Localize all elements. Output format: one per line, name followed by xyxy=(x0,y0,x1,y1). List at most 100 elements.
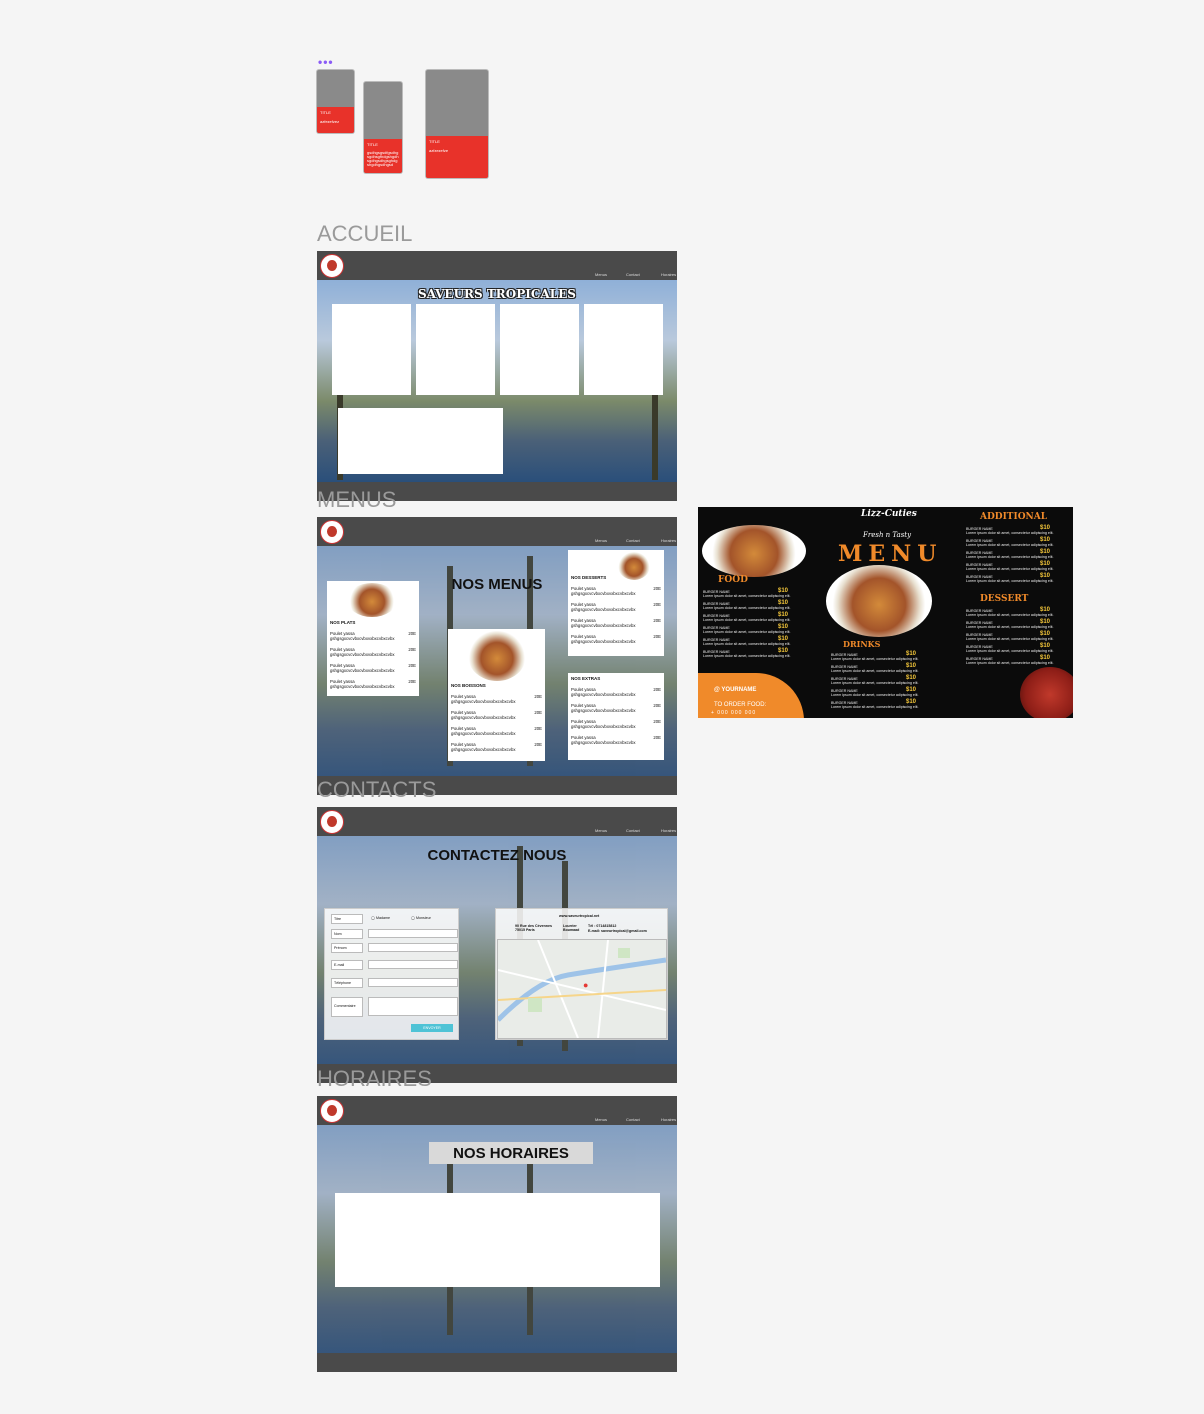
logo[interactable] xyxy=(320,810,344,834)
poster-price: $10 xyxy=(778,648,789,654)
poster-price: $10 xyxy=(1040,561,1051,567)
section-label-contacts: CONTACTS xyxy=(317,777,437,802)
card-small[interactable]: TITLE azfezefzez xyxy=(317,70,354,133)
website[interactable]: www.saveurtropical.net xyxy=(559,914,599,918)
contact-info-panel: www.saveurtropical.net 90 Rue des Cévenn… xyxy=(495,908,668,1040)
nav-contact[interactable]: Contact xyxy=(626,272,640,277)
menu-item: Poulet yassa gshgsgxcvcvbxcvbxvxbxcvbxcv… xyxy=(330,647,416,657)
civility-field[interactable]: Titre xyxy=(331,914,363,924)
poster-additional-heading: ADDITIONAL xyxy=(980,512,1048,522)
card-large[interactable]: TITLE azfzezefze xyxy=(426,70,488,178)
nav-horaires[interactable]: Horaires xyxy=(661,1117,676,1122)
strawberry-image xyxy=(1020,667,1073,718)
menu-desserts: NOS DESSERTS Poulet yassa gshgsgxcvcvbxc… xyxy=(568,550,664,656)
nav-menus[interactable]: Menus xyxy=(595,538,607,543)
frame-accueil[interactable]: Menus Contact Horaires SAVEURS TROPICALE… xyxy=(317,251,677,501)
commentaire-input[interactable] xyxy=(368,997,458,1016)
address: 90 Rue des Cévennes 75015 Paris xyxy=(515,924,552,932)
poster-price: $10 xyxy=(1040,573,1051,579)
email: E-mail: saveurtropical@gmail.com xyxy=(588,929,647,933)
menu-item: Poulet yassa gshgsgxcvcvbxcvbxvxbxcvbxcv… xyxy=(571,719,661,729)
poster-price: $10 xyxy=(1040,549,1051,555)
nom-label: Nom xyxy=(331,929,363,939)
frame-menus[interactable]: Menus Contact Horaires NOS MENUS NOS PLA… xyxy=(317,517,677,795)
section-label-accueil: ACCUEIL xyxy=(317,221,413,246)
nav-horaires[interactable]: Horaires xyxy=(661,828,676,833)
menu-item: Poulet yassa gshgsgxcvcvbxcvbxvxbxcvbxcv… xyxy=(571,618,661,628)
radio-madame[interactable]: ◯ Madame xyxy=(371,916,390,920)
more-options-icon[interactable]: ••• xyxy=(318,55,334,69)
navbar: Menus Contact Horaires xyxy=(317,1096,677,1125)
frame-contacts[interactable]: Menus Contact Horaires CONTACTEZ NOUS Ti… xyxy=(317,807,677,1083)
poster-price: $10 xyxy=(906,699,917,705)
telephone-label: Téléphone xyxy=(331,978,363,988)
hero-title: SAVEURS TROPICALES xyxy=(418,287,576,301)
info-box xyxy=(338,408,503,474)
phone: Tél : 0714815812 xyxy=(588,924,617,928)
plats-image xyxy=(347,583,397,617)
feature-box-2 xyxy=(416,304,495,395)
boissons-image xyxy=(468,631,526,681)
radio-monsieur[interactable]: ◯ Monsieur xyxy=(411,916,431,920)
card-title: TITLE xyxy=(429,139,440,144)
chicken-image xyxy=(826,565,932,637)
menu-heading: NOS PLATS xyxy=(330,620,356,625)
poster-order-phone: + 000 000 000 xyxy=(711,710,757,716)
poster-price: $10 xyxy=(906,651,917,657)
logo[interactable] xyxy=(320,1099,344,1123)
horaires-title: NOS HORAIRES xyxy=(453,1145,569,1162)
email-label: E-mail xyxy=(331,960,363,970)
menu-plats: NOS PLATS Poulet yassa gshgsgxcvcvbxcvbx… xyxy=(327,581,419,696)
poster-order-panel: @ YOURNAME TO ORDER FOOD: + 000 000 000 xyxy=(698,673,804,718)
submit-button[interactable]: ENVOYER xyxy=(411,1024,453,1032)
poster-menu-title: MENU xyxy=(838,541,943,567)
nom-input[interactable] xyxy=(368,929,458,938)
nav-contact[interactable]: Contact xyxy=(626,538,640,543)
poster-brand: Lizz-Cuties xyxy=(861,509,917,519)
nav-menus[interactable]: Menus xyxy=(595,828,607,833)
poster-social: @ YOURNAME xyxy=(714,687,757,693)
map-roads xyxy=(498,940,666,1038)
card-title: TITLE xyxy=(367,142,378,147)
feature-box-1 xyxy=(332,304,411,395)
poster-price: $10 xyxy=(778,600,789,606)
nav-contact[interactable]: Contact xyxy=(626,1117,640,1122)
commentaire-label: Commentaire xyxy=(331,997,363,1017)
poster-price: $10 xyxy=(906,663,917,669)
feature-box-3 xyxy=(500,304,579,395)
prenom-label: Prénom xyxy=(331,943,363,953)
horaires-table xyxy=(335,1193,660,1287)
nav-contact[interactable]: Contact xyxy=(626,828,640,833)
contact-name: Lourrier Boumaad xyxy=(563,924,580,932)
card-title: TITLE xyxy=(320,110,331,115)
poster-price: $10 xyxy=(1040,655,1051,661)
poster-price: $10 xyxy=(778,624,789,630)
map[interactable]: ● xyxy=(497,939,667,1039)
poster-price: $10 xyxy=(906,675,917,681)
nav-menus[interactable]: Menus xyxy=(595,272,607,277)
email-input[interactable] xyxy=(368,960,458,969)
nav-horaires[interactable]: Horaires xyxy=(661,538,676,543)
logo[interactable] xyxy=(320,520,344,544)
navbar: Menus Contact Horaires xyxy=(317,517,677,546)
pasta-image xyxy=(702,525,806,577)
poster-dessert-heading: DESSERT xyxy=(980,594,1029,604)
frame-horaires[interactable]: Menus Contact Horaires NOS HORAIRES xyxy=(317,1096,677,1372)
nav-menus[interactable]: Menus xyxy=(595,1117,607,1122)
poster-drinks-heading: DRINKS xyxy=(843,639,881,649)
menu-item: Poulet yassa gshgsgxcvcvbxcvbxvxbxcvbxcv… xyxy=(330,631,416,641)
menu-item: Poulet yassa gshgsgxcvcvbxcvbxvxbxcvbxcv… xyxy=(451,710,542,720)
nav-horaires[interactable]: Horaires xyxy=(661,272,676,277)
card-text: gsdhgsgsdfgsdhgsgdhsgfhdgshgdhsgdhgsdhgs… xyxy=(367,150,399,167)
menu-item: Poulet yassa gshgsgxcvcvbxcvbxvxbxcvbxcv… xyxy=(451,694,542,704)
card-medium[interactable]: TITLE gsdhgsgsdfgsdhgsgdhsgfhdgshgdhsgdh… xyxy=(364,82,402,173)
telephone-input[interactable] xyxy=(368,978,458,987)
menu-item: Poulet yassa gshgsgxcvcvbxcvbxvxbxcvbxcv… xyxy=(571,703,661,713)
menu-item: Poulet yassa gshgsgxcvcvbxcvbxvxbxcvbxcv… xyxy=(451,742,542,752)
feature-box-4 xyxy=(584,304,663,395)
menu-heading: NOS BOISSONS xyxy=(451,683,486,688)
logo[interactable] xyxy=(320,254,344,278)
prenom-input[interactable] xyxy=(368,943,458,952)
navbar: Menus Contact Horaires xyxy=(317,807,677,836)
desserts-image xyxy=(618,552,650,580)
